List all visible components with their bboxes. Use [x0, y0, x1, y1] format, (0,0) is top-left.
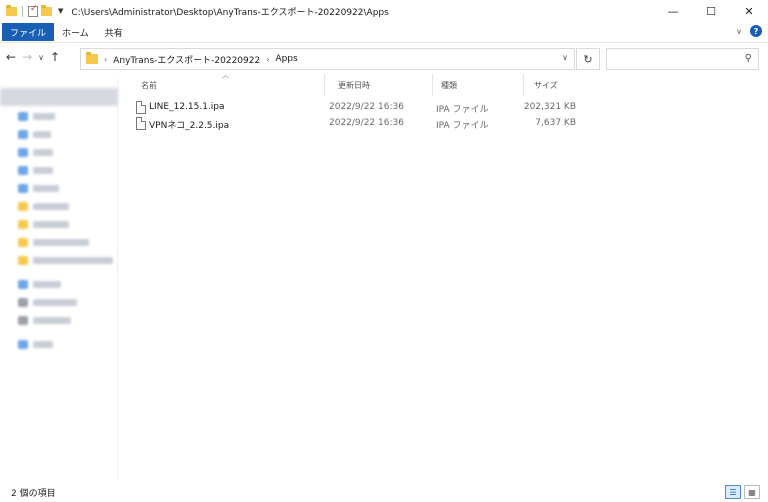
ribbon-tabs: ファイル ホーム 共有 ∨ ?	[0, 22, 768, 42]
title-bar: ▼ C:\Users\Administrator\Desktop\AnyTran…	[0, 0, 768, 22]
details-view-button[interactable]: ☰	[725, 485, 741, 499]
file-size: 7,637 KB	[535, 118, 576, 128]
column-header-size[interactable]: サイズ	[534, 74, 584, 96]
divider	[22, 5, 23, 17]
sidebar-item[interactable]	[18, 145, 53, 159]
file-icon	[136, 101, 146, 114]
column-header-type[interactable]: 種類	[441, 74, 521, 96]
breadcrumb-item[interactable]: Apps	[275, 54, 297, 64]
expand-ribbon-icon[interactable]: ∨	[736, 27, 742, 36]
search-icon[interactable]: ⚲	[745, 53, 752, 64]
back-icon[interactable]: ←	[6, 50, 16, 64]
tab-share[interactable]: 共有	[97, 23, 131, 41]
folder-icon[interactable]	[6, 4, 17, 16]
file-row[interactable]: LINE_12.15.1.ipa 2022/9/22 16:36 IPA ファイ…	[130, 100, 590, 116]
window-title: C:\Users\Administrator\Desktop\AnyTrans-…	[71, 7, 389, 18]
address-row: ← → ∨ ↑ › AnyTrans-エクスポート-20220922 › App…	[0, 42, 768, 74]
sidebar-item[interactable]	[18, 277, 61, 291]
up-icon[interactable]: ↑	[50, 50, 60, 64]
sidebar-item[interactable]	[18, 235, 89, 249]
file-type: IPA ファイル	[436, 105, 489, 115]
tab-file[interactable]: ファイル	[2, 23, 55, 41]
navigation-pane[interactable]	[0, 78, 118, 480]
sidebar-item[interactable]	[18, 217, 69, 231]
sidebar-item[interactable]	[18, 199, 69, 213]
properties-icon[interactable]	[28, 4, 38, 17]
new-folder-icon[interactable]	[41, 4, 52, 16]
close-button[interactable]: ✕	[730, 0, 768, 22]
chevron-down-icon[interactable]: ∨	[562, 53, 568, 62]
column-divider[interactable]	[324, 74, 325, 96]
breadcrumb-item[interactable]: AnyTrans-エクスポート-20220922	[113, 53, 260, 66]
sidebar-item[interactable]	[18, 337, 53, 351]
file-name: VPNネコ_2.2.5.ipa	[149, 121, 230, 131]
chevron-right-icon[interactable]: ›	[266, 55, 269, 64]
column-header-modified[interactable]: 更新日時	[338, 74, 428, 96]
address-bar[interactable]: › AnyTrans-エクスポート-20220922 › Apps ∨	[80, 48, 575, 70]
search-box[interactable]: ⚲	[606, 48, 759, 70]
column-divider[interactable]	[432, 74, 433, 96]
status-bar: 2 個の項目 ☰ ▦	[0, 482, 768, 502]
tab-home[interactable]: ホーム	[54, 23, 97, 41]
maximize-button[interactable]: ☐	[692, 0, 730, 22]
sidebar-item[interactable]	[18, 295, 77, 309]
minimize-button[interactable]: —	[654, 0, 692, 22]
sidebar-item[interactable]	[18, 127, 51, 141]
sidebar-item[interactable]	[18, 253, 113, 267]
search-input[interactable]	[607, 49, 732, 69]
sidebar-selected-item[interactable]	[0, 88, 118, 106]
sidebar-item[interactable]	[18, 181, 59, 195]
sidebar-item[interactable]	[18, 109, 55, 123]
help-icon[interactable]: ?	[750, 25, 762, 37]
quick-access-toolbar: ▼	[0, 4, 63, 17]
sidebar-item[interactable]	[18, 313, 71, 327]
column-divider[interactable]	[523, 74, 524, 96]
refresh-button[interactable]: ↻	[576, 48, 600, 70]
file-modified: 2022/9/22 16:36	[329, 102, 404, 112]
file-type: IPA ファイル	[436, 121, 489, 131]
column-header-name[interactable]: 名前	[141, 74, 321, 96]
recent-locations-icon[interactable]: ∨	[38, 53, 44, 62]
chevron-right-icon[interactable]: ›	[104, 55, 107, 64]
file-size: 202,321 KB	[523, 102, 576, 112]
file-row[interactable]: VPNネコ_2.2.5.ipa 2022/9/22 16:36 IPA ファイル…	[130, 116, 590, 132]
file-icon	[136, 117, 146, 130]
file-modified: 2022/9/22 16:36	[329, 118, 404, 128]
item-count: 2 個の項目	[11, 488, 56, 499]
large-icons-view-button[interactable]: ▦	[744, 485, 760, 499]
folder-icon	[86, 52, 98, 64]
file-name: LINE_12.15.1.ipa	[149, 102, 225, 112]
sidebar-item[interactable]	[18, 163, 53, 177]
forward-icon[interactable]: →	[22, 50, 32, 64]
chevron-down-icon[interactable]: ▼	[58, 7, 63, 15]
